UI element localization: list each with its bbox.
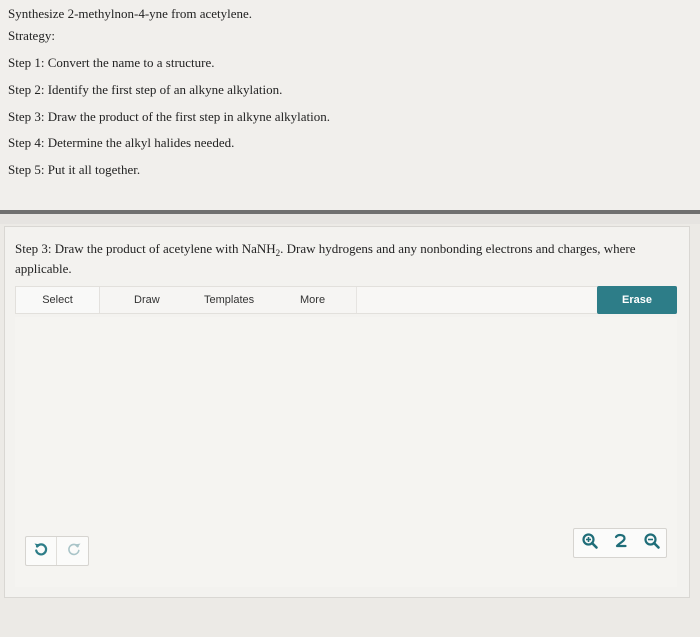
section-spacer <box>0 214 700 224</box>
undo-button[interactable] <box>26 537 57 565</box>
undo-icon <box>33 541 49 562</box>
history-controls <box>25 536 89 566</box>
step-prompt: Step 3: Draw the product of acetylene wi… <box>15 239 665 279</box>
reset-zoom-button[interactable] <box>605 529 636 557</box>
strategy-step-2: Step 2: Identify the first step of an al… <box>8 82 283 97</box>
strategy-step-1: Step 1: Convert the name to a structure. <box>8 55 215 70</box>
zoom-in-button[interactable] <box>574 529 605 557</box>
zoom-out-icon <box>643 532 661 555</box>
strategy-step-3: Step 3: Draw the product of the first st… <box>8 109 331 124</box>
drawing-panel: Step 3: Draw the product of acetylene wi… <box>4 226 690 598</box>
zoom-out-button[interactable] <box>636 529 667 557</box>
select-tool-button[interactable]: Select <box>16 287 100 313</box>
more-tool-button[interactable]: More <box>300 287 326 313</box>
draw-tool-button[interactable]: Draw <box>134 287 160 313</box>
zoom-controls <box>573 528 667 558</box>
zoom-in-icon <box>581 532 599 555</box>
drawing-toolbar: Select Draw Templates More Erase <box>15 286 677 314</box>
question-header: Synthesize 2-methylnon-4-yne from acetyl… <box>0 0 700 210</box>
redo-button[interactable] <box>58 537 89 565</box>
strategy-step-5: Step 5: Put it all together. <box>8 162 141 177</box>
templates-tool-button[interactable]: Templates <box>204 287 256 313</box>
redo-icon <box>66 541 82 562</box>
strategy-step-4: Step 4: Determine the alkyl halides need… <box>8 135 235 150</box>
prompt-text-before: Step 3: Draw the product of acetylene wi… <box>15 241 276 256</box>
toolbar-option-area <box>356 287 596 313</box>
erase-button[interactable]: Erase <box>597 286 677 314</box>
reset-zoom-icon <box>612 532 630 555</box>
strategy-label: Strategy: <box>8 28 55 43</box>
